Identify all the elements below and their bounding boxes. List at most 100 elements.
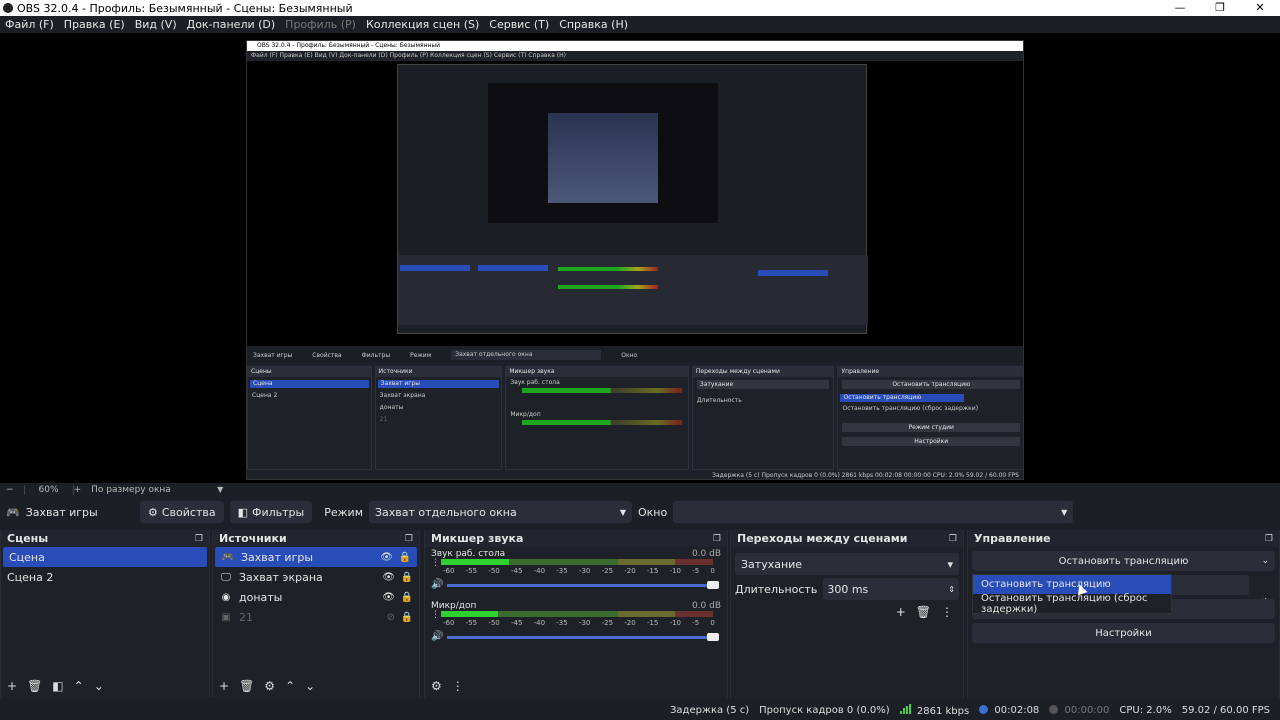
source-item[interactable]: ▣ 21 ⊘ 🔒 (213, 607, 419, 627)
nested-canvas (247, 61, 1023, 351)
transition-select[interactable]: Затухание ▾ (735, 553, 959, 575)
move-down-icon[interactable]: ⌄ (305, 679, 315, 693)
zoom-value: 60% (23, 484, 74, 495)
scale-tick: -5 (692, 567, 700, 575)
nested-dock-header: Источники (375, 367, 502, 377)
volume-slider[interactable] (447, 581, 719, 589)
menu-tools[interactable]: Сервис (T) (484, 18, 554, 31)
kebab-menu-icon[interactable]: ⋮ (431, 559, 440, 568)
preview-canvas[interactable]: OBS 32.0.4 - Профиль: Безымянный - Сцены… (0, 33, 1280, 483)
mode-select-value: Захват отдельного окна (375, 505, 517, 519)
nested-inner-panels (398, 255, 868, 325)
move-down-icon[interactable]: ⌄ (94, 679, 104, 693)
add-icon[interactable]: + (896, 605, 906, 619)
undock-icon[interactable]: ❐ (1265, 534, 1273, 544)
eye-hidden-icon[interactable]: ⊘ (387, 612, 395, 623)
volume-slider[interactable] (447, 633, 719, 641)
record-icon (1049, 705, 1059, 714)
trash-icon[interactable]: 🗑 (239, 679, 254, 693)
nested-item: Микр/доп (510, 411, 541, 418)
mode-select[interactable]: Захват отдельного окна ▼ (369, 501, 632, 523)
source-item[interactable]: ◉ донаты 👁 🔒 (213, 587, 419, 607)
speaker-icon[interactable]: 🔊 (431, 631, 443, 642)
stream-time: 00:02:08 (979, 705, 1039, 716)
eye-icon[interactable]: 👁 (382, 572, 395, 583)
spinbox-arrows-icon[interactable]: ⇕ (948, 585, 955, 594)
kebab-menu-icon[interactable]: ⋮ (941, 605, 953, 619)
close-button[interactable]: ✕ (1240, 0, 1280, 16)
kebab-menu-icon[interactable]: ⋮ (431, 611, 440, 620)
scale-tick: -60 (443, 567, 455, 575)
nested-dock-header: Микшер звука (506, 367, 688, 377)
volume-knob[interactable] (707, 581, 719, 589)
menu-docks[interactable]: Док-панели (D) (182, 18, 281, 31)
minimize-button[interactable]: — (1160, 0, 1200, 16)
scene-item[interactable]: Сцена (3, 547, 207, 567)
window-label: Окно (638, 505, 668, 519)
trash-icon[interactable]: 🗑 (27, 679, 42, 693)
settings-button[interactable]: Настройки (972, 623, 1275, 643)
properties-button[interactable]: ⚙ Свойства (140, 501, 224, 523)
undock-icon[interactable]: ❐ (949, 534, 957, 544)
zoom-mode[interactable]: По размеру окна (91, 485, 217, 495)
stop-stream-button[interactable]: Остановить трансляцию ⌄ (972, 551, 1275, 571)
zoom-out-icon[interactable]: − (6, 485, 14, 495)
filters-button[interactable]: ◧ Фильтры (229, 501, 313, 523)
eye-icon[interactable]: 👁 (380, 552, 393, 563)
scale-tick: -35 (556, 619, 568, 627)
chevron-down-icon[interactable]: ▼ (217, 485, 223, 494)
lock-icon[interactable]: 🔒 (401, 572, 413, 583)
move-up-icon[interactable]: ⌃ (74, 679, 84, 693)
window-select[interactable]: ▼ (673, 501, 1074, 523)
add-icon[interactable]: + (7, 679, 17, 693)
scale-tick: -30 (578, 619, 591, 627)
undock-icon[interactable]: ❐ (195, 534, 203, 544)
dock-title: Сцены (7, 532, 49, 545)
nested-dock-header: Сцены (248, 367, 371, 377)
lock-icon[interactable]: 🔒 (399, 552, 411, 563)
gear-icon[interactable]: ⚙ (431, 679, 442, 693)
add-icon[interactable]: + (219, 679, 229, 693)
stop-stream-label: Остановить трансляцию (1058, 555, 1189, 567)
menu-item-stop-stream-discard-delay[interactable]: Остановить трансляцию (сброс задержки) (973, 593, 1171, 615)
undock-icon[interactable]: ❐ (713, 534, 721, 544)
transitions-dock: Переходы между сценами ❐ Затухание ▾ Дли… (730, 530, 964, 698)
speaker-icon[interactable]: 🔊 (431, 579, 443, 590)
nested-selected: Сцена (250, 380, 369, 388)
undock-icon[interactable]: ❐ (405, 534, 413, 544)
menu-help[interactable]: Справка (H) (554, 18, 633, 31)
source-item[interactable]: 🎮 Захват игры 👁 🔒 (215, 547, 417, 567)
scene-label: Сцена (9, 550, 45, 564)
nested-btn: Настройки (842, 437, 1020, 446)
nested-transitions: Переходы между сценами Затухание Длитель… (691, 366, 835, 470)
menu-file[interactable]: Файл (F) (0, 18, 59, 31)
recursive-image (488, 83, 718, 223)
volume-knob[interactable] (707, 633, 719, 641)
menu-edit[interactable]: Правка (E) (59, 18, 130, 31)
kebab-menu-icon[interactable]: ⋮ (452, 679, 464, 693)
nested-docks: Сцены Сцена Сцена 2 Источники Захват игр… (247, 366, 1023, 470)
menu-view[interactable]: Вид (V) (130, 18, 182, 31)
scale-tick: -15 (646, 619, 659, 627)
scene-item[interactable]: Сцена 2 (1, 567, 209, 587)
zoom-in-icon[interactable]: + (74, 485, 82, 495)
gear-icon[interactable]: ⚙ (264, 679, 275, 693)
source-item[interactable]: 🖵 Захват экрана 👁 🔒 (213, 567, 419, 587)
menu-item-stop-stream[interactable]: Остановить трансляцию (973, 575, 1171, 594)
nested-obs-capture: OBS 32.0.4 - Профиль: Безымянный - Сцены… (246, 40, 1024, 480)
chevron-down-icon[interactable]: ⌄ (1261, 556, 1269, 566)
menu-profile[interactable]: Профиль (P) (280, 18, 361, 31)
duration-spinbox[interactable]: 300 ms ⇕ (823, 578, 959, 600)
scale-tick: -30 (578, 567, 591, 575)
bitrate-value: 2861 kbps (916, 705, 970, 717)
chevron-down-icon: ▼ (1061, 507, 1068, 517)
eye-icon[interactable]: 👁 (382, 592, 395, 603)
menu-scene-collection[interactable]: Коллекция сцен (S) (361, 18, 484, 31)
lock-icon[interactable]: 🔒 (401, 612, 413, 623)
move-up-icon[interactable]: ⌃ (285, 679, 295, 693)
filters-icon[interactable]: ◧ (52, 679, 63, 693)
maximize-button[interactable]: ❐ (1200, 0, 1240, 16)
trash-icon[interactable]: 🗑 (916, 605, 931, 619)
filters-label: Фильтры (252, 505, 305, 519)
lock-icon[interactable]: 🔒 (401, 592, 413, 603)
